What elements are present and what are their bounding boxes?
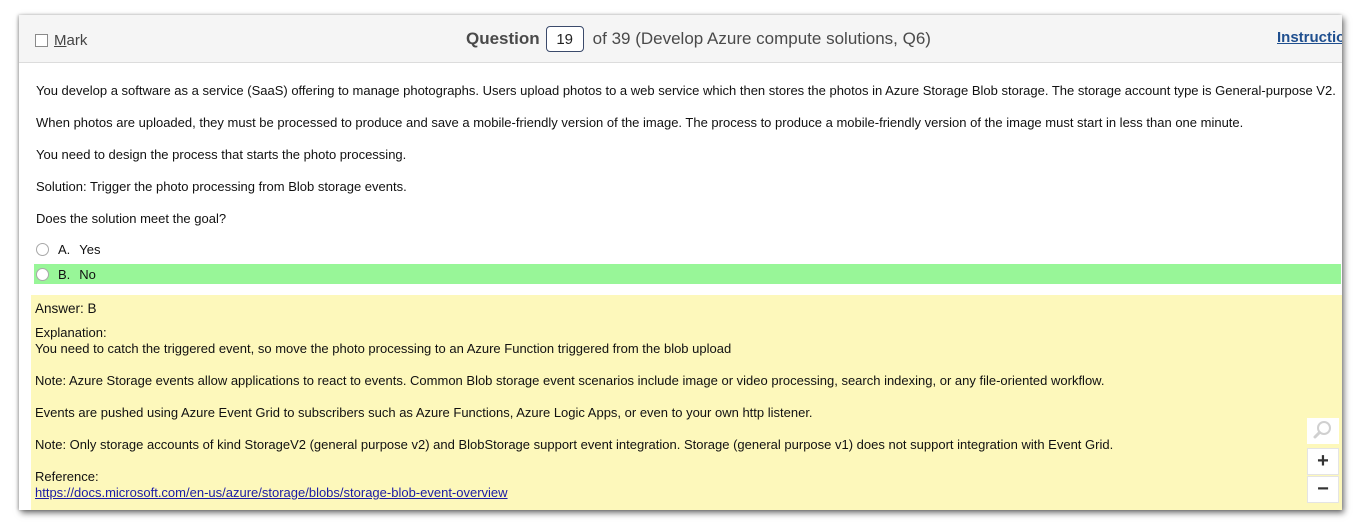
zoom-out-button[interactable]: − [1307,476,1339,503]
question-title: Question of 39 (Develop Azure compute so… [466,26,931,52]
question-paragraph: You need to design the process that star… [36,147,407,162]
explanation-line: Events are pushed using Azure Event Grid… [35,405,813,420]
exam-window: Mark Question of 39 (Develop Azure compu… [19,15,1342,510]
option-b[interactable]: B. No [34,264,1341,284]
instructions-link[interactable]: Instructions [1277,29,1342,46]
option-a-letter: A. [58,241,71,257]
reference-link[interactable]: https://docs.microsoft.com/en-us/azure/s… [35,485,508,500]
zoom-toolbar: + − [1307,418,1339,504]
question-paragraph: You develop a software as a service (Saa… [36,83,1336,98]
mark-label[interactable]: Mark [54,32,87,49]
question-prompt: Does the solution meet the goal? [36,211,227,226]
option-a-text: Yes [79,241,101,257]
explanation-label: Explanation: [35,325,107,340]
zoom-in-button[interactable]: + [1307,448,1339,475]
question-paragraph: When photos are uploaded, they must be p… [36,115,1244,130]
option-b-letter: B. [58,266,71,282]
question-number-input[interactable] [545,26,584,52]
explanation-line: You need to catch the triggered event, s… [35,341,732,356]
mark-label-rest: ark [66,32,88,49]
answer-panel: Answer: B Explanation: You need to catch… [31,295,1342,510]
explanation-line: Note: Azure Storage events allow applica… [35,373,1105,388]
mark-toggle[interactable]: Mark [35,32,87,49]
option-b-text: No [79,266,96,282]
explanation-line: Note: Only storage accounts of kind Stor… [35,437,1114,452]
question-suffix: of 39 (Develop Azure compute solutions, … [592,29,931,48]
option-a[interactable]: A. Yes [35,239,101,259]
magnifier-icon[interactable] [1307,418,1339,444]
question-word: Question [466,29,540,48]
option-a-radio[interactable] [36,242,49,256]
reference-label: Reference: [35,469,99,484]
mark-label-accesskey: M [54,32,67,49]
question-header: Mark Question of 39 (Develop Azure compu… [19,15,1342,63]
option-b-radio[interactable] [36,267,49,281]
answer-line: Answer: B [35,301,97,316]
question-paragraph: Solution: Trigger the photo processing f… [36,179,407,194]
mark-checkbox[interactable] [35,34,48,47]
